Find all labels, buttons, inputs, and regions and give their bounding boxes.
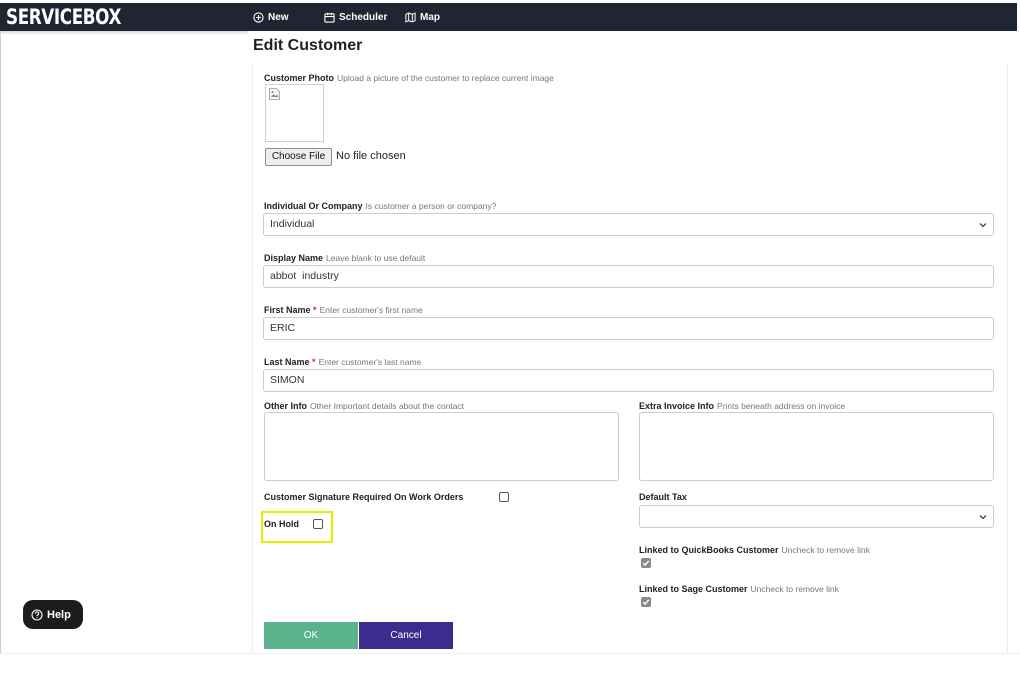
first-name-label: First Name * Enter customer's first name bbox=[264, 305, 423, 315]
last-name-label-text: Last Name bbox=[264, 357, 310, 367]
signature-required-label: Customer Signature Required On Work Orde… bbox=[264, 492, 464, 502]
display-name-label-text: Display Name bbox=[264, 253, 324, 263]
window-left-edge bbox=[0, 31, 1, 679]
help-label: Help bbox=[47, 608, 71, 621]
individual-company-hint: Is customer a person or company? bbox=[365, 201, 497, 211]
extra-invoice-hint: Prints beneath address on invoice bbox=[717, 401, 846, 411]
individual-company-select[interactable]: Individual bbox=[263, 213, 994, 236]
chevron-down-icon bbox=[979, 515, 987, 520]
plus-circle-icon bbox=[253, 11, 264, 23]
on-hold-highlight bbox=[261, 511, 333, 543]
choose-file-button[interactable]: Choose File bbox=[265, 148, 332, 166]
default-tax-label: Default Tax bbox=[639, 492, 687, 502]
nav-scheduler[interactable]: Scheduler bbox=[324, 3, 387, 31]
file-status-text: No file chosen bbox=[336, 150, 406, 162]
last-name-hint: Enter customer's last name bbox=[318, 357, 422, 367]
customer-photo-label: Customer Photo Upload a picture of the cu… bbox=[264, 73, 554, 83]
sage-link-checkbox[interactable] bbox=[641, 597, 651, 607]
page-title: Edit Customer bbox=[253, 37, 363, 54]
sage-link-label-text: Linked to Sage Customer bbox=[639, 584, 748, 594]
other-info-label-text: Other Info bbox=[264, 401, 307, 411]
individual-company-label: Individual Or Company Is customer a perso… bbox=[264, 201, 496, 211]
broken-image-icon bbox=[269, 88, 280, 100]
question-circle-icon bbox=[31, 608, 43, 621]
first-name-hint: Enter customer's first name bbox=[319, 305, 423, 315]
cancel-button[interactable]: Cancel bbox=[359, 622, 453, 649]
other-info-label: Other Info Other Important details about … bbox=[264, 401, 464, 411]
page-bottom-area bbox=[0, 653, 1020, 679]
other-info-textarea[interactable] bbox=[264, 412, 619, 481]
first-name-required-mark: * bbox=[313, 305, 317, 315]
display-name-label: Display Name Leave blank to use default bbox=[264, 253, 425, 263]
display-name-hint: Leave blank to use default bbox=[326, 253, 426, 263]
individual-company-label-text: Individual Or Company bbox=[264, 201, 363, 211]
nav-map-label: Map bbox=[420, 11, 440, 23]
sidebar-shadow bbox=[0, 31, 248, 35]
individual-company-value: Individual bbox=[270, 218, 315, 230]
last-name-input[interactable]: SIMON bbox=[263, 369, 994, 392]
extra-invoice-textarea[interactable] bbox=[639, 412, 994, 481]
display-name-input[interactable]: abbot industry bbox=[263, 265, 994, 288]
top-nav-bar: SERVICEBOX New Scheduler Map bbox=[0, 3, 1017, 31]
quickbooks-link-checkbox[interactable] bbox=[641, 558, 651, 568]
map-icon bbox=[405, 11, 416, 23]
nav-scheduler-label: Scheduler bbox=[339, 11, 388, 23]
servicebox-logo[interactable]: SERVICEBOX bbox=[6, 5, 121, 29]
quickbooks-link-label: Linked to QuickBooks Customer Uncheck to … bbox=[639, 545, 870, 555]
chevron-down-icon bbox=[979, 223, 987, 228]
first-name-input[interactable]: ERIC bbox=[263, 317, 994, 340]
signature-required-checkbox[interactable] bbox=[499, 492, 509, 502]
sage-link-label: Linked to Sage Customer Uncheck to remove… bbox=[639, 584, 839, 594]
last-name-label: Last Name * Enter customer's last name bbox=[264, 357, 421, 367]
sage-link-hint: Uncheck to remove link bbox=[750, 584, 839, 594]
customer-photo-preview bbox=[265, 84, 324, 142]
extra-invoice-label: Extra Invoice Info Prints beneath address… bbox=[639, 401, 845, 411]
other-info-hint: Other Important details about the contac… bbox=[310, 401, 465, 411]
ok-button[interactable]: OK bbox=[264, 622, 358, 649]
quickbooks-link-hint: Uncheck to remove link bbox=[781, 545, 870, 555]
customer-photo-hint: Upload a picture of the customer to repl… bbox=[337, 73, 554, 83]
quickbooks-link-label-text: Linked to QuickBooks Customer bbox=[639, 545, 779, 555]
default-tax-select[interactable] bbox=[639, 505, 994, 528]
checkmark-icon bbox=[642, 599, 650, 606]
last-name-required-mark: * bbox=[312, 357, 316, 367]
nav-map[interactable]: Map bbox=[405, 3, 440, 31]
help-button[interactable]: Help bbox=[23, 600, 83, 629]
checkmark-icon bbox=[642, 560, 650, 567]
customer-photo-label-text: Customer Photo bbox=[264, 73, 335, 83]
nav-new-label: New bbox=[268, 11, 289, 23]
extra-invoice-label-text: Extra Invoice Info bbox=[639, 401, 715, 411]
first-name-label-text: First Name bbox=[264, 305, 311, 315]
calendar-icon bbox=[324, 12, 335, 23]
nav-new[interactable]: New bbox=[253, 3, 289, 31]
